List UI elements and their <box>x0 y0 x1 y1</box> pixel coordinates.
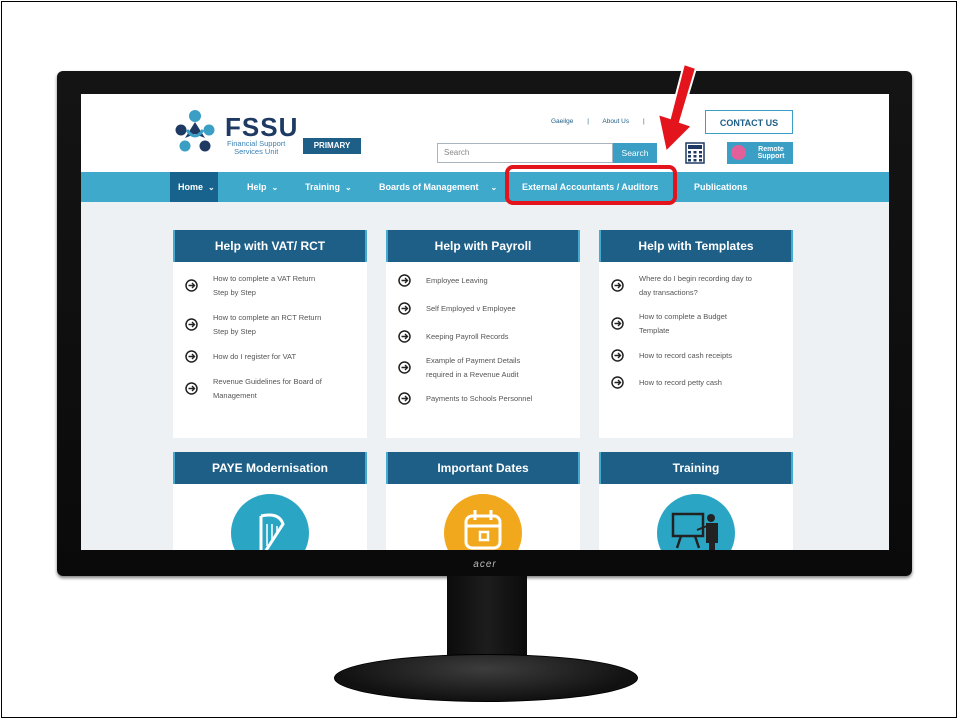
card-payroll: Help with Payroll Employee Leaving Self … <box>386 230 580 438</box>
card-title: PAYE Modernisation <box>173 452 367 484</box>
arrow-circle-icon <box>611 317 624 330</box>
site-header: FSSU Financial Support Services Unit PRI… <box>81 94 889 172</box>
nav-home[interactable]: Home ⌄ <box>170 172 218 202</box>
list-item[interactable]: Revenue Guidelines for Board of Managemen… <box>185 375 355 403</box>
nav-boards-of-management[interactable]: Boards of Management ⌄ <box>379 172 497 202</box>
fssu-logo-icon <box>175 110 215 152</box>
calendar-icon <box>444 494 522 550</box>
arrow-circle-icon <box>185 350 198 363</box>
card-vat-rct: Help with VAT/ RCT How to complete a VAT… <box>173 230 367 438</box>
card-paye-modernisation[interactable]: PAYE Modernisation <box>173 452 367 550</box>
list-item[interactable]: How to record petty cash <box>611 376 781 390</box>
arrow-circle-icon <box>185 318 198 331</box>
nav-training[interactable]: Training ⌄ <box>305 172 352 202</box>
card-templates: Help with Templates Where do I begin rec… <box>599 230 793 438</box>
arrow-circle-icon <box>398 392 411 405</box>
card-title: Help with VAT/ RCT <box>173 230 367 262</box>
link-separator: | <box>587 118 589 125</box>
list-item[interactable]: How to complete a VAT Return Step by Step <box>185 272 355 300</box>
link-gaeilge[interactable]: Gaeilge <box>551 118 573 125</box>
list-item[interactable]: Payments to Schools Personnel <box>398 392 568 406</box>
arrow-circle-icon <box>185 279 198 292</box>
card-title: Training <box>599 452 793 484</box>
primary-badge: PRIMARY <box>303 138 361 154</box>
list-item[interactable]: Example of Payment Details required in a … <box>398 354 568 382</box>
arrow-circle-icon <box>611 349 624 362</box>
monitor-brand: acer <box>473 559 497 570</box>
arrow-circle-icon <box>611 376 624 389</box>
link-about-us[interactable]: About Us <box>602 118 629 125</box>
list-item[interactable]: Keeping Payroll Records <box>398 330 568 344</box>
card-title: Help with Payroll <box>386 230 580 262</box>
arrow-circle-icon <box>185 382 198 395</box>
harp-icon <box>231 494 309 550</box>
highlight-box <box>505 165 677 205</box>
list-item[interactable]: How to record cash receipts <box>611 349 781 363</box>
list-item[interactable]: How to complete a Budget Template <box>611 310 781 338</box>
search-input[interactable]: Search <box>437 143 613 163</box>
chevron-down-icon: ⌄ <box>490 183 498 192</box>
nav-help[interactable]: Help ⌄ <box>247 172 278 202</box>
list-item[interactable]: How to complete an RCT Return Step by Ste… <box>185 311 355 339</box>
main-nav: Home ⌄ Help ⌄ Training ⌄ Boards of Manageme… <box>81 172 889 202</box>
card-title: Help with Templates <box>599 230 793 262</box>
arrow-circle-icon <box>398 361 411 374</box>
card-training[interactable]: Training <box>599 452 793 550</box>
browser-screen: FSSU Financial Support Services Unit PRI… <box>81 94 889 550</box>
list-item[interactable]: How do I register for VAT <box>185 350 355 364</box>
arrow-circle-icon <box>611 279 624 292</box>
list-item[interactable]: Employee Leaving <box>398 274 568 288</box>
nav-publications[interactable]: Publications <box>694 172 748 202</box>
monitor-stand-base <box>334 654 638 702</box>
list-item[interactable]: Self Employed v Employee <box>398 302 568 316</box>
chevron-down-icon: ⌄ <box>208 183 215 192</box>
support-face-icon <box>731 145 746 160</box>
card-title: Important Dates <box>386 452 580 484</box>
card-important-dates[interactable]: Important Dates <box>386 452 580 550</box>
red-arrow-icon <box>656 62 698 154</box>
teacher-board-icon <box>657 494 735 550</box>
chevron-down-icon: ⌄ <box>345 183 352 192</box>
logo-subtitle: Financial Support Services Unit <box>227 139 286 156</box>
chevron-down-icon: ⌄ <box>271 183 279 192</box>
arrow-circle-icon <box>398 330 411 343</box>
list-item[interactable]: Where do I begin recording day to day tra… <box>611 272 781 300</box>
arrow-circle-icon <box>398 274 411 287</box>
arrow-circle-icon <box>398 302 411 315</box>
remote-support-button[interactable]: Remote Support <box>727 142 793 164</box>
